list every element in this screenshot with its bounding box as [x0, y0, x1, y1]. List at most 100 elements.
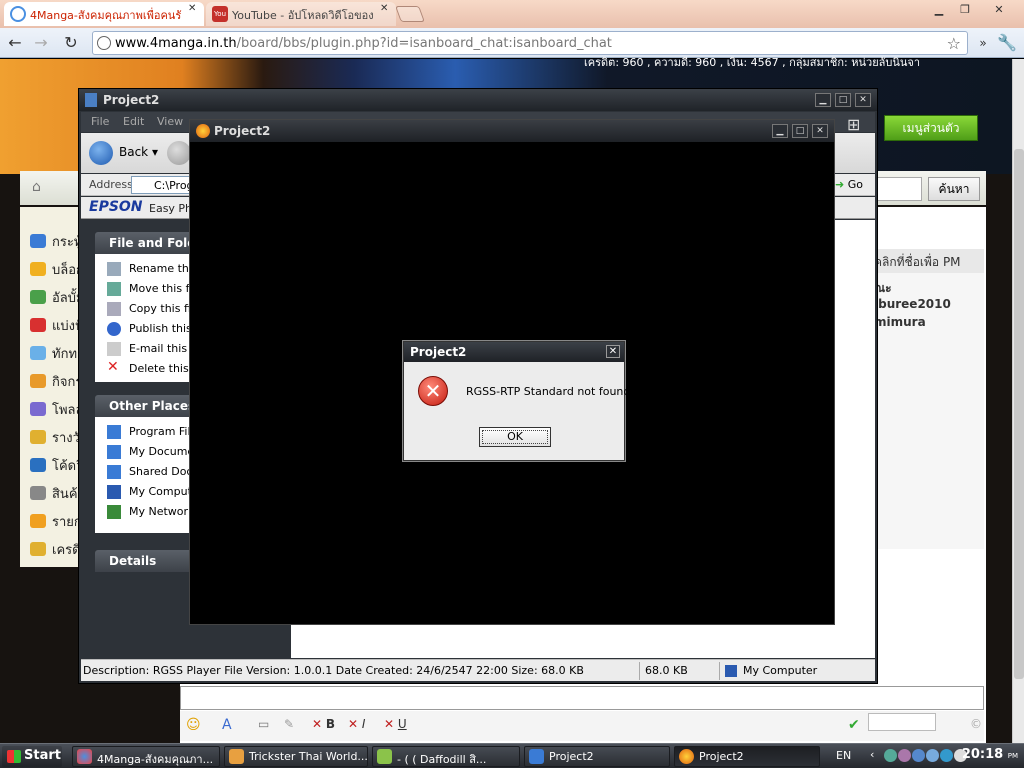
menu-edit[interactable]: Edit	[123, 115, 144, 128]
online-users-panel: คลิกที่ชื่อเพื่อ PM ณะ iburee2010 mimura	[870, 249, 984, 549]
bookmark-star-icon[interactable]: ☆	[947, 34, 961, 53]
menu-view[interactable]: View	[157, 115, 183, 128]
left-menu-item[interactable]: กระทู้	[30, 231, 82, 251]
epson-easy-photo[interactable]: Easy Ph	[149, 202, 192, 215]
chat-input[interactable]	[180, 686, 984, 710]
task-delete[interactable]: Delete this f	[129, 362, 196, 375]
maximize-icon[interactable]: □	[792, 124, 808, 138]
bold-button[interactable]: ✕ B	[312, 717, 335, 731]
maximize-icon[interactable]: □	[835, 93, 851, 107]
wrench-icon[interactable]: 🔧	[996, 33, 1018, 53]
italic-button[interactable]: ✕ I	[348, 717, 365, 731]
menu-file[interactable]: File	[91, 115, 109, 128]
font-color-icon[interactable]: A	[222, 717, 232, 733]
task-rename[interactable]: Rename this	[129, 262, 198, 275]
clock[interactable]: 20:18 PM	[962, 747, 1018, 762]
restore-icon[interactable]: ❐	[954, 2, 976, 18]
go-button[interactable]: ➜ Go	[835, 178, 863, 191]
taskbar: Start 4Manga-สังคมคุณภา... Trickster Tha…	[0, 743, 1024, 768]
close-tab-icon[interactable]: ✕	[188, 4, 198, 14]
explorer-statusbar: Description: RGSS Player File Version: 1…	[81, 659, 875, 681]
personal-menu-button[interactable]: เมนูส่วนตัว	[884, 115, 978, 141]
search-button[interactable]: ค้นหา	[928, 177, 980, 201]
check-icon[interactable]: ✔	[848, 717, 860, 733]
left-menu-item[interactable]: อัลบั้ม	[30, 287, 85, 307]
close-tab-icon[interactable]: ✕	[380, 4, 390, 14]
network-icon	[107, 505, 121, 519]
minimize-icon[interactable]: ▁	[772, 124, 788, 138]
minimize-icon[interactable]: ▁	[928, 2, 950, 18]
network-icon[interactable]	[884, 749, 897, 762]
captcha-box[interactable]	[868, 713, 936, 731]
taskbar-item[interactable]: Project2	[524, 746, 670, 767]
activity-icon	[30, 374, 46, 388]
bookmarks-chevron-icon[interactable]: »	[972, 33, 994, 53]
tray-app-icon[interactable]	[912, 749, 925, 762]
taskbar-item[interactable]: - ( ( Daffodill สิ...	[372, 746, 520, 767]
game-titlebar[interactable]: Project2 ▁ □ ✕	[190, 120, 834, 142]
left-menu-item[interactable]: โค้ดวี	[30, 455, 83, 475]
folder-icon	[529, 749, 544, 764]
forward-button[interactable]	[167, 141, 191, 165]
address-bar[interactable]: www.4manga.in.th/board/bbs/plugin.php?id…	[92, 31, 968, 55]
tray-chevron-icon[interactable]: ‹	[870, 748, 874, 761]
minimize-icon[interactable]: ▁	[815, 93, 831, 107]
eraser-icon[interactable]: ✎	[284, 717, 294, 731]
place-program-files[interactable]: Program File	[129, 425, 197, 438]
album-icon	[30, 290, 46, 304]
left-menu-item[interactable]: บล็อก	[30, 259, 84, 279]
scrollbar-thumb[interactable]	[1014, 149, 1024, 679]
taskbar-item[interactable]: Project2	[674, 746, 820, 767]
back-button[interactable]: Back ▾	[89, 141, 158, 165]
blog-icon	[30, 262, 46, 276]
underline-button[interactable]: ✕ U	[384, 717, 407, 731]
back-arrow-icon[interactable]: ←	[4, 33, 26, 53]
explorer-titlebar[interactable]: Project2 ▁ □ ✕	[79, 89, 877, 111]
url-path: /board/bbs/plugin.php?id=isanboard_chat:…	[236, 36, 612, 51]
new-tab-button[interactable]	[395, 6, 425, 22]
left-menu-item[interactable]: สินค้า	[30, 483, 85, 503]
tray-app-icon[interactable]	[898, 749, 911, 762]
link-icon[interactable]: ▭	[258, 717, 269, 731]
page-scrollbar[interactable]	[1012, 59, 1024, 743]
chat-bubble-icon	[30, 346, 46, 360]
start-button[interactable]: Start	[2, 746, 62, 767]
close-icon[interactable]: ✕	[855, 93, 871, 107]
dialog-titlebar[interactable]: Project2 ✕	[404, 342, 624, 362]
computer-icon	[107, 485, 121, 499]
tab-4manga[interactable]: 4Manga-สังคมคุณภาพเพื่อคนรั ✕	[4, 2, 204, 26]
close-window-icon[interactable]: ✕	[984, 2, 1014, 18]
language-indicator[interactable]: EN	[836, 749, 851, 762]
cart-icon	[30, 486, 46, 500]
windows-flag-icon	[7, 750, 21, 763]
home-icon[interactable]: ⌂	[32, 179, 41, 195]
user-name-link[interactable]: iburee2010	[874, 297, 951, 311]
ok-button[interactable]: OK	[479, 427, 551, 447]
taskbar-item[interactable]: Trickster Thai World...	[224, 746, 368, 767]
window-title: Project2	[214, 124, 271, 138]
star-icon	[30, 514, 46, 528]
folder-icon	[107, 445, 121, 459]
tab-youtube[interactable]: You YouTube - อัปโหลดวิดีโอของ ✕	[206, 2, 396, 26]
move-icon	[107, 282, 121, 296]
chrome-page-icon	[10, 6, 26, 22]
left-menu-item[interactable]: โพลล์	[30, 399, 83, 419]
close-icon[interactable]: ✕	[812, 124, 828, 138]
address-input[interactable]: C:\Prog	[131, 176, 191, 194]
address-label: Address	[89, 178, 133, 191]
taskbar-item[interactable]: 4Manga-สังคมคุณภา...	[72, 746, 220, 767]
error-dialog: Project2 ✕ ✕ RGSS-RTP Standard not found…	[403, 341, 634, 461]
reload-icon[interactable]: ↻	[60, 33, 82, 53]
tray-app-icon[interactable]	[926, 749, 939, 762]
url-domain: www.4manga.in.th	[115, 36, 237, 51]
monitor-icon[interactable]	[940, 749, 953, 762]
place-my-network[interactable]: My Network	[129, 505, 194, 518]
poll-icon	[30, 402, 46, 416]
publish-icon	[107, 322, 121, 336]
smiley-icon[interactable]: ☺	[186, 717, 201, 733]
user-name-link[interactable]: mimura	[874, 315, 926, 329]
forward-arrow-icon[interactable]: →	[30, 33, 52, 53]
close-icon[interactable]: ✕	[606, 345, 620, 358]
folder-icon	[85, 93, 97, 107]
user-credit-info: เครดิต: 960 , ความดี: 960 , เงิน: 4567 ,…	[584, 56, 921, 69]
